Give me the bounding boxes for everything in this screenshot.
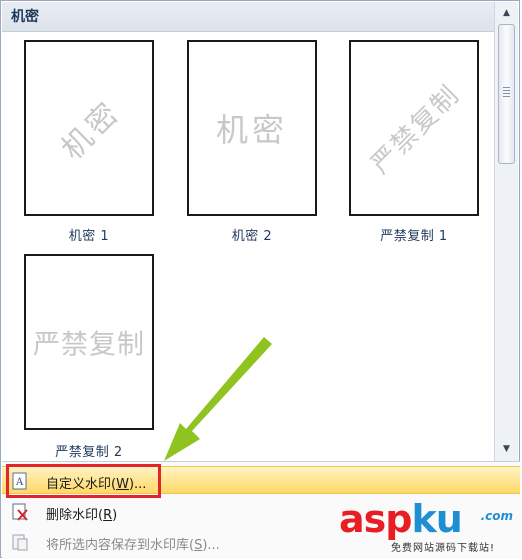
watermark-thumbnail-no-copy-2[interactable]: 严禁复制 <box>24 254 154 430</box>
watermark-label: 机密 2 <box>231 229 273 244</box>
menu-item-text: 删除水印( <box>46 508 104 523</box>
logo-domain: .com <box>480 509 513 523</box>
watermark-label: 严禁复制 1 <box>380 229 448 244</box>
save-to-gallery-icon <box>12 534 28 551</box>
menu-item-suffix: )... <box>202 538 220 553</box>
watermark-label: 严禁复制 2 <box>55 445 123 460</box>
watermark-preview-text: 严禁复制 <box>33 329 145 361</box>
gallery-scrollbar[interactable]: ▲ ▼ <box>494 2 518 461</box>
watermark-gallery: 机密 机密 1 机密 机密 2 严禁复制 严禁复制 1 严禁复制 严禁复制 2 <box>2 33 494 461</box>
gallery-section-header: 机密 <box>2 2 494 32</box>
menu-item-suffix: ) <box>112 508 118 523</box>
watermark-gallery-panel: 机密 机密 机密 1 机密 机密 2 严禁复制 严禁复制 1 严禁复制 严禁复制… <box>0 0 520 559</box>
watermark-label: 机密 1 <box>68 229 110 244</box>
callout-arrow-icon <box>164 337 272 461</box>
menu-item-text: 将所选内容保存到水印库( <box>46 538 195 553</box>
callout-highlight-box <box>6 464 161 498</box>
site-logo: aspku .com 免费网站源码下载站! <box>337 497 513 555</box>
watermark-thumbnail-no-copy-1[interactable]: 严禁复制 <box>349 40 479 216</box>
watermark-preview-text: 严禁复制 <box>365 79 466 180</box>
scrollbar-thumb[interactable] <box>498 24 515 164</box>
remove-watermark-icon <box>12 503 28 521</box>
watermark-thumbnail-confidential-1[interactable]: 机密 <box>24 40 154 216</box>
logo-tagline: 免费网站源码下载站! <box>391 543 496 554</box>
section-title: 机密 <box>11 9 39 25</box>
scroll-up-icon[interactable]: ▲ <box>497 4 516 22</box>
logo-text-secondary: ku <box>411 497 462 541</box>
watermark-thumbnail-confidential-2[interactable]: 机密 <box>187 40 317 216</box>
logo-text-primary: asp <box>339 497 412 541</box>
watermark-preview-text: 机密 <box>55 94 128 167</box>
watermark-preview-text: 机密 <box>215 111 289 149</box>
scroll-down-icon[interactable]: ▼ <box>497 440 516 458</box>
menu-item-access-key: R <box>103 508 113 523</box>
